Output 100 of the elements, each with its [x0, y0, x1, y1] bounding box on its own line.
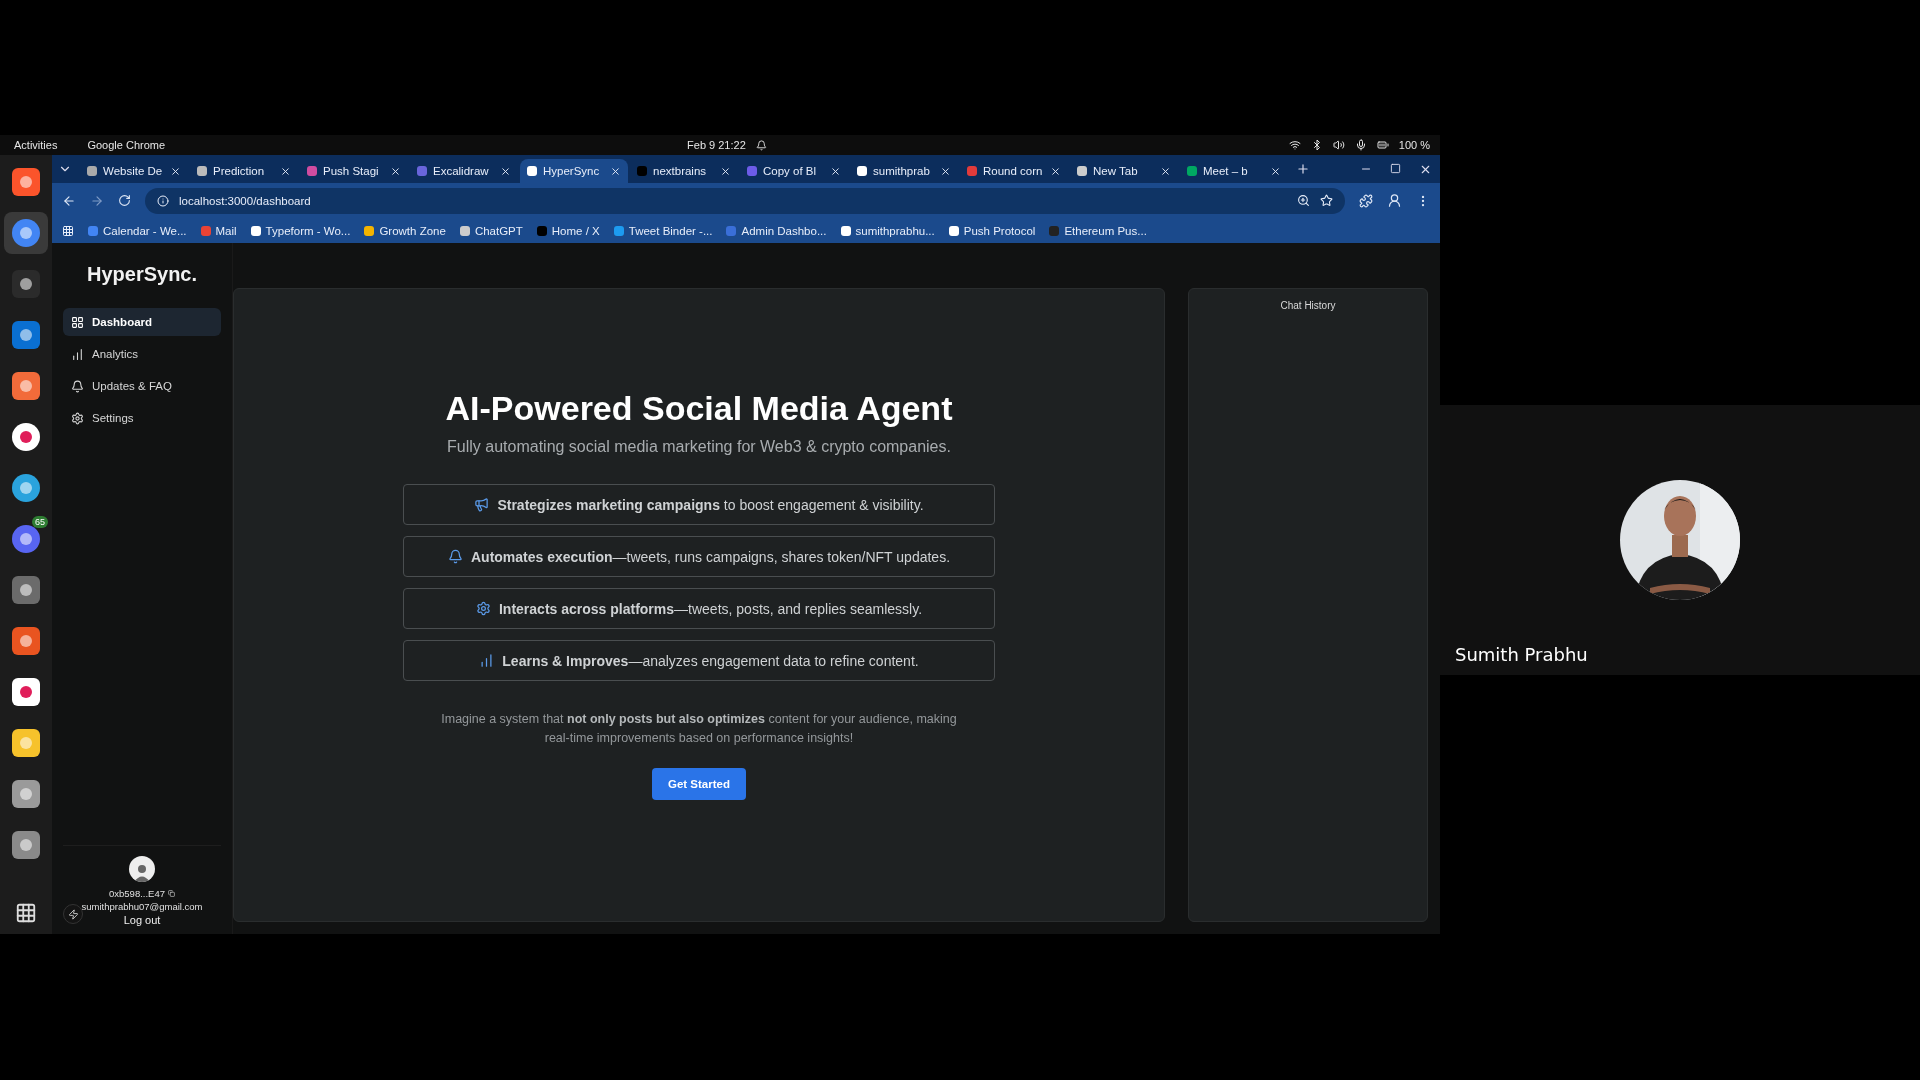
- bookmark[interactable]: Growth Zone: [364, 224, 446, 237]
- notification-badge: 65: [32, 516, 48, 528]
- favicon-icon: [200, 225, 211, 236]
- nav-item[interactable]: Analytics: [63, 340, 221, 368]
- bookmark[interactable]: ChatGPT: [459, 224, 523, 237]
- close-icon[interactable]: [830, 165, 841, 177]
- close-icon[interactable]: [1270, 165, 1281, 177]
- zoom-icon[interactable]: [1297, 194, 1310, 207]
- close-icon[interactable]: [390, 165, 401, 177]
- favicon-icon: [527, 166, 537, 176]
- favicon-icon: [1049, 225, 1060, 236]
- app-icon: [11, 473, 41, 503]
- bell-icon: [71, 379, 84, 393]
- close-icon[interactable]: [720, 165, 731, 177]
- user-email: sumithprabhu07@gmail.com: [81, 901, 203, 912]
- close-icon[interactable]: [1160, 165, 1171, 177]
- extension-icon[interactable]: [1359, 193, 1373, 208]
- browser-tab[interactable]: Push Stagi: [300, 159, 408, 183]
- bookmark[interactable]: sumithprabhu...: [840, 224, 935, 237]
- favicon-icon: [250, 225, 261, 236]
- browser-tab[interactable]: Meet – b: [1180, 159, 1288, 183]
- feature-text: Strategizes marketing campaigns to boost engagement & visibility.: [497, 496, 924, 513]
- favicon-icon: [364, 225, 375, 236]
- volume-icon[interactable]: [1332, 139, 1345, 151]
- app-icon: [11, 779, 41, 809]
- panel-title: Chat History: [1280, 300, 1336, 312]
- address-bar[interactable]: localhost:3000/dashboard: [145, 187, 1345, 214]
- battery-icon[interactable]: [1376, 139, 1389, 151]
- app-icon: [11, 728, 41, 758]
- favicon-icon: [87, 166, 97, 176]
- wifi-icon[interactable]: [1288, 139, 1301, 151]
- url-text: localhost:3000/dashboard: [179, 194, 311, 207]
- dock-item[interactable]: [4, 212, 48, 254]
- close-icon[interactable]: [500, 165, 511, 177]
- battery-level: 100 %: [1398, 139, 1430, 151]
- megaphone-icon: [474, 497, 490, 512]
- forward-icon[interactable]: [90, 193, 104, 208]
- app-icon: [11, 167, 41, 197]
- bar-chart-icon: [71, 347, 84, 361]
- nav-item[interactable]: Settings: [63, 404, 221, 432]
- browser-tab[interactable]: New Tab: [1070, 159, 1178, 183]
- settings-icon: [71, 411, 84, 425]
- avatar-icon: [129, 856, 155, 882]
- copy-icon[interactable]: [168, 890, 175, 897]
- back-icon[interactable]: [62, 193, 76, 208]
- logout-button[interactable]: Log out: [123, 914, 161, 926]
- participant-name: Sumith Prabhu: [1455, 644, 1588, 665]
- browser-tab[interactable]: Prediction: [190, 159, 298, 183]
- favicon-icon: [613, 225, 624, 236]
- wallet-address: 0xb598...E47: [109, 888, 175, 899]
- lightning-button[interactable]: [63, 904, 83, 924]
- app-icon: [11, 422, 41, 452]
- star-icon[interactable]: [1320, 194, 1333, 207]
- browser-tab[interactable]: Excalidraw: [410, 159, 518, 183]
- bookmark[interactable]: Calendar - We...: [88, 224, 187, 237]
- favicon-icon: [307, 166, 317, 176]
- browser-tab[interactable]: HyperSync: [520, 159, 628, 183]
- bookmark[interactable]: Ethereum Pus...: [1049, 224, 1147, 237]
- clock[interactable]: Feb 9 21:22: [687, 139, 746, 151]
- bell-icon: [755, 139, 767, 151]
- maximize-icon[interactable]: [1390, 162, 1401, 174]
- nav-item[interactable]: Updates & FAQ: [63, 372, 221, 400]
- app-icon: [11, 371, 41, 401]
- bookmark[interactable]: Mail: [200, 224, 237, 237]
- bookmark[interactable]: Admin Dashbo...: [726, 224, 827, 237]
- app-menu[interactable]: Google Chrome: [87, 139, 166, 151]
- info-icon[interactable]: [157, 194, 169, 207]
- apps-icon[interactable]: [62, 224, 74, 237]
- bookmark[interactable]: Tweet Binder -...: [613, 224, 713, 237]
- bar-chart-icon: [479, 653, 495, 668]
- reload-icon[interactable]: [118, 194, 131, 207]
- browser-tab[interactable]: Round corn: [960, 159, 1068, 183]
- description: Imagine a system that not only posts but also optimizes content for your audience, making real-time improvements based on performance insights!: [440, 711, 958, 747]
- browser-tab[interactable]: sumithprab: [850, 159, 958, 183]
- profile-icon[interactable]: [1387, 193, 1402, 208]
- favicon-icon: [747, 166, 757, 176]
- close-icon[interactable]: [170, 165, 181, 177]
- activities-button[interactable]: Activities: [14, 139, 58, 151]
- bookmark[interactable]: Typeform - Wo...: [250, 224, 351, 237]
- nav-item[interactable]: Dashboard: [63, 308, 221, 336]
- browser-tab[interactable]: Website De: [80, 159, 188, 183]
- bookmark[interactable]: Home / X: [536, 224, 600, 237]
- mic-icon[interactable]: [1354, 139, 1367, 151]
- bookmark[interactable]: Push Protocol: [948, 224, 1036, 237]
- app-grid-icon[interactable]: [15, 902, 37, 924]
- dock-item[interactable]: 65: [4, 518, 48, 560]
- close-icon[interactable]: [280, 165, 291, 177]
- app-icon: [11, 575, 41, 605]
- close-icon[interactable]: [610, 165, 621, 177]
- get-started-button[interactable]: Get Started: [652, 768, 746, 800]
- app-icon: [11, 524, 41, 554]
- close-icon[interactable]: [1050, 165, 1061, 177]
- new-tab-icon[interactable]: [1296, 162, 1310, 176]
- feature-text: Interacts across platforms—tweets, posts, and replies seamlessly.: [499, 600, 922, 617]
- favicon-icon: [637, 166, 647, 176]
- bell-icon: [447, 549, 463, 564]
- browser-tab[interactable]: nextbrains: [630, 159, 738, 183]
- favicon-icon: [726, 225, 737, 236]
- browser-tab[interactable]: Copy of Bl: [740, 159, 848, 183]
- close-icon[interactable]: [940, 165, 951, 177]
